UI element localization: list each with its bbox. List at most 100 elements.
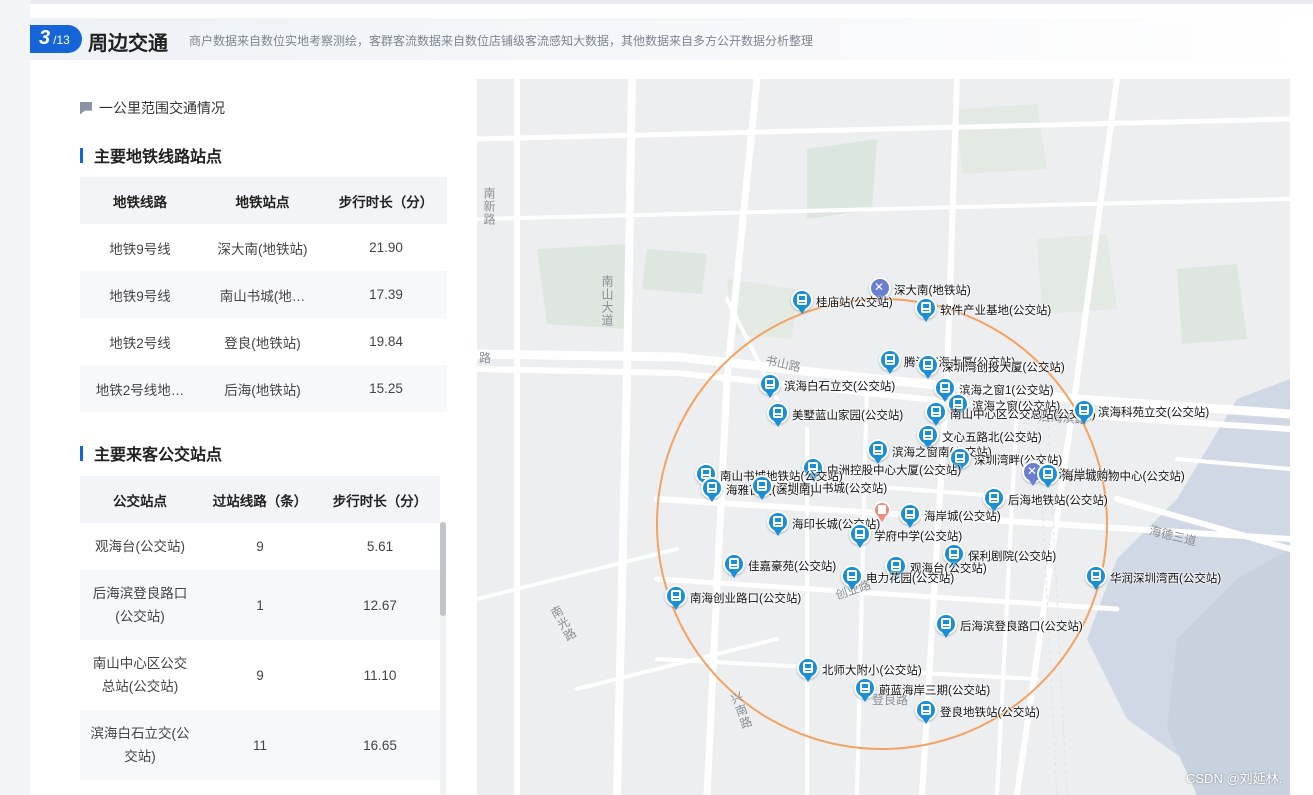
table-cell: 地铁2号线地…	[80, 365, 200, 412]
table-header-cell: 地铁站点	[200, 177, 325, 224]
bus-icon	[849, 523, 871, 549]
table-cell: 11.10	[320, 640, 440, 710]
bus-stop-marker[interactable]: 南海创业路口(公交站)	[665, 585, 801, 611]
table-header-row: 地铁线路 地铁站点 步行时长（分）	[80, 177, 447, 224]
metro-heading: 主要地铁线路站点	[80, 143, 222, 167]
bus-stop-marker[interactable]: 后海地铁站(公交站)	[983, 487, 1108, 513]
table-cell: 19.84	[325, 318, 447, 365]
station-label: 海岸城(公交站)	[924, 511, 1001, 523]
road-label: 路	[479, 351, 492, 365]
bus-icon	[1085, 565, 1107, 591]
station-label: 南海创业路口(公交站)	[690, 593, 802, 605]
bus-stop-marker[interactable]: 深圳南山书城(公交站)	[751, 475, 887, 501]
table-cell: 登良(地铁站)	[200, 318, 325, 365]
range-note: 一公里范围交通情况	[80, 98, 225, 118]
bus-icon	[1037, 463, 1059, 489]
bus-stop-marker[interactable]: 桂庙站(公交站)	[791, 289, 893, 315]
section-header: 3 /13 周边交通 商户数据来自数位实地考察测绘，客群客流数据来自数位店铺级客…	[30, 18, 1313, 60]
bus-stop-marker[interactable]: 滨海白石立交(公交站)	[759, 373, 895, 399]
station-label: 佳嘉豪苑(公交站)	[748, 561, 837, 573]
table-row: 观海台(公交站) 9 5.61	[80, 523, 440, 570]
table-cell: 15.25	[325, 365, 447, 412]
table-cell: 11	[200, 710, 320, 780]
bus-icon	[701, 477, 723, 503]
table-row: 地铁2号线地… 后海(地铁站) 15.25	[80, 365, 447, 412]
table-cell: 南山书城(地…	[200, 271, 325, 318]
table-cell: 深大南(地铁站)	[200, 224, 325, 271]
table-cell: 地铁9号线	[80, 224, 200, 271]
bus-stop-marker[interactable]: 登良地铁站(公交站)	[915, 699, 1040, 725]
watermark: CSDN @刘延林.	[1186, 771, 1283, 786]
station-label: 软件产业基地(公交站)	[940, 305, 1052, 317]
metro-table: 地铁线路 地铁站点 步行时长（分） 地铁9号线 深大南(地铁站) 21.90 地…	[80, 177, 447, 412]
table-cell: 16.65	[320, 710, 440, 780]
table-row: 后海滨登良路口(公交站) 1 12.67	[80, 570, 440, 640]
table-cell: 1	[200, 570, 320, 640]
table-cell: 9	[200, 640, 320, 710]
table-row: 滨海白石立交(公交站) 11 16.65	[80, 710, 440, 780]
table-row: 地铁2号线 登良(地铁站) 19.84	[80, 318, 447, 365]
table-cell: 滨海白石立交(公交站)	[80, 710, 200, 780]
bus-heading: 主要来客公交站点	[80, 441, 222, 465]
bus-icon	[1073, 399, 1095, 425]
station-label: 登良地铁站(公交站)	[940, 707, 1040, 719]
bus-stop-marker[interactable]: 华润深圳湾西(公交站)	[1085, 565, 1221, 591]
station-label: 北师大附小(公交站)	[822, 665, 922, 677]
metro-heading-text: 主要地铁线路站点	[94, 149, 223, 166]
bus-icon	[915, 699, 937, 725]
station-label: 电力花园(公交站)	[866, 573, 955, 585]
table-header-cell: 地铁线路	[80, 177, 200, 224]
table-cell: 21.90	[325, 224, 447, 271]
table-row: 地铁9号线 深大南(地铁站) 21.90	[80, 224, 447, 271]
bus-icon	[854, 677, 876, 703]
table-cell: 9	[200, 523, 320, 570]
station-label: 美墅蓝山家园(公交站)	[792, 410, 904, 422]
heading-accent-bar	[80, 445, 83, 461]
bus-stop-marker[interactable]: 滨海科苑立交(公交站)	[1073, 399, 1209, 425]
station-label: 滨海科苑立交(公交站)	[1098, 407, 1210, 419]
table-header-cell: 步行时长（分）	[320, 476, 440, 523]
range-note-text: 一公里范围交通情况	[99, 100, 225, 116]
bus-stop-marker[interactable]: 后海滨登良路口(公交站)	[935, 613, 1083, 639]
heading-accent-bar	[80, 147, 83, 163]
station-label: 深圳南山书城(公交站)	[776, 483, 888, 495]
page-total: /13	[53, 33, 70, 47]
bus-stop-marker[interactable]: 电力花园(公交站)	[841, 565, 954, 591]
table-cell: 观海台(公交站)	[80, 523, 200, 570]
table-header-cell: 公交站点	[80, 476, 200, 523]
bus-stop-marker[interactable]: 美墅蓝山家园(公交站)	[767, 402, 903, 428]
station-label: 滨海白石立交(公交站)	[784, 381, 896, 393]
table-cell: 后海滨登良路口(公交站)	[80, 570, 200, 640]
bus-icon	[879, 349, 901, 375]
bus-table: 公交站点 过站线路（条） 步行时长（分） 观海台(公交站) 9 5.61 后海滨…	[80, 476, 440, 780]
station-label: 海岸城购物中心(公交站)	[1062, 471, 1185, 483]
table-header-cell: 过站线路（条）	[200, 476, 320, 523]
table-cell: 南山中心区公交总站(公交站)	[80, 640, 200, 710]
map-view[interactable]: 南新路 南山大道 路 书山路 创业路 南光路 兴南路 登良路 海德三道 后海滨路…	[477, 79, 1290, 795]
table-cell: 17.39	[325, 271, 447, 318]
station-label: 后海滨登良路口(公交站)	[960, 621, 1083, 633]
bus-icon	[791, 289, 813, 315]
road-label: 南山大道	[600, 275, 614, 327]
bus-stop-marker[interactable]: 佳嘉豪苑(公交站)	[723, 553, 836, 579]
bus-stop-marker[interactable]: 软件产业基地(公交站)	[915, 297, 1051, 323]
section-subtitle: 商户数据来自数位实地考察测绘，客群客流数据来自数位店铺级客流感知大数据，其他数据…	[189, 34, 814, 48]
bus-heading-text: 主要来客公交站点	[94, 447, 223, 464]
station-label: 学府中学(公交站)	[874, 531, 963, 543]
bus-icon	[723, 553, 745, 579]
table-row: 地铁9号线 南山书城(地… 17.39	[80, 271, 447, 318]
bus-table-scrollbar-thumb[interactable]	[440, 522, 446, 616]
page-badge: 3 /13	[30, 25, 82, 53]
table-cell: 后海(地铁站)	[200, 365, 325, 412]
bus-icon	[915, 297, 937, 323]
bus-stop-marker[interactable]: 海岸城购物中心(公交站)	[1037, 463, 1185, 489]
station-label: 后海地铁站(公交站)	[1008, 495, 1108, 507]
table-row: 南山中心区公交总站(公交站) 9 11.10	[80, 640, 440, 710]
bus-icon	[751, 475, 773, 501]
bus-icon	[841, 565, 863, 591]
page-current: 3	[39, 27, 51, 49]
bus-icon	[759, 373, 781, 399]
page-top-edge	[30, 0, 1313, 4]
bus-icon	[665, 585, 687, 611]
section-title: 周边交通	[88, 33, 168, 55]
